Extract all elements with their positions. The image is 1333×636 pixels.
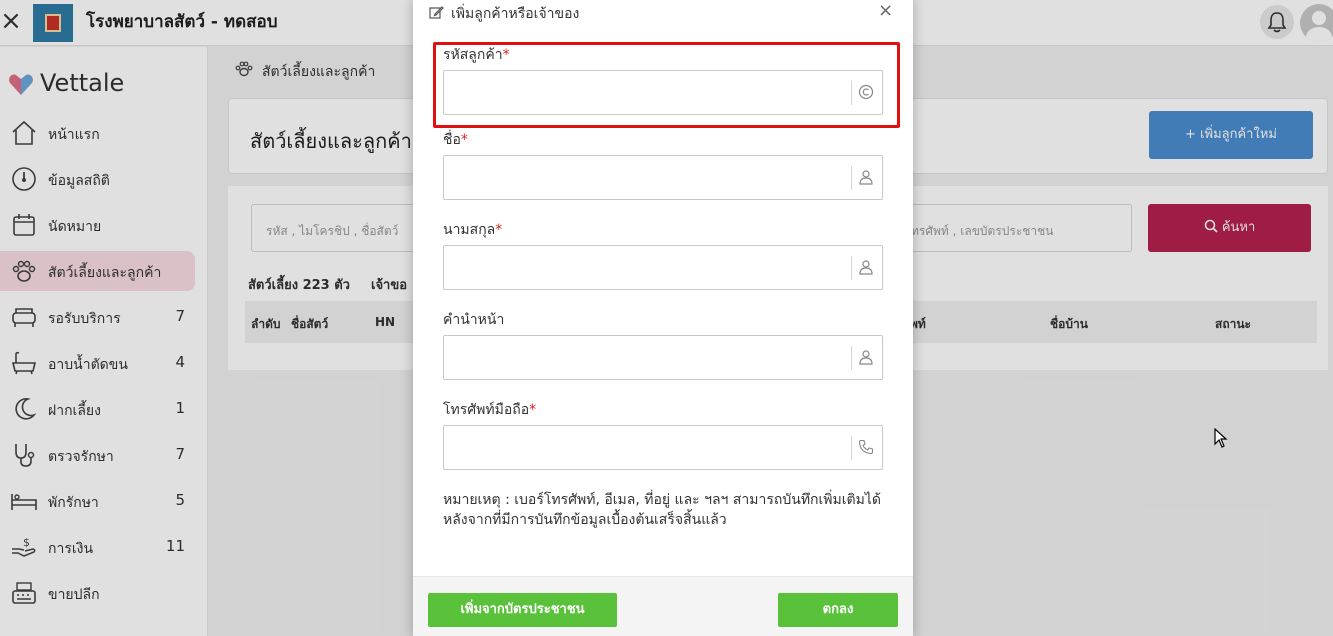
dialog-title: เพิ่มลูกค้าหรือเจ้าของ [429, 3, 580, 25]
user-icon [859, 170, 873, 185]
dialog-note: หมายเหตุ : เบอร์โทรศัพท์, อีเมล, ที่อยู่… [443, 492, 882, 528]
copyright-icon [858, 84, 874, 100]
customer-code-input[interactable] [443, 70, 883, 115]
edit-icon [429, 6, 444, 19]
dialog-footer: เพิ่มจากบัตรประชาชน ตกลง [413, 576, 913, 636]
add-customer-dialog: เพิ่มลูกค้าหรือเจ้าของ × รหัสลูกค้า* ชื่… [413, 0, 913, 636]
user-icon [859, 350, 873, 365]
close-icon[interactable]: × [878, 0, 893, 21]
last-name-label: นามสกุล* [443, 222, 503, 238]
mouse-cursor-icon [1214, 428, 1228, 448]
ok-button[interactable]: ตกลง [778, 593, 898, 627]
title-prefix-label: คำนำหน้า [443, 312, 505, 328]
add-from-id-card-button[interactable]: เพิ่มจากบัตรประชาชน [428, 593, 617, 627]
first-name-input[interactable] [443, 155, 883, 200]
phone-icon [858, 439, 874, 455]
mobile-phone-label: โทรศัพท์มือถือ* [443, 402, 537, 418]
mobile-phone-input[interactable] [443, 425, 883, 470]
customer-code-label: รหัสลูกค้า* [443, 47, 510, 63]
last-name-input[interactable] [443, 245, 883, 290]
user-icon [859, 260, 873, 275]
title-prefix-input[interactable] [443, 335, 883, 380]
first-name-label: ชื่อ* [443, 132, 468, 148]
dialog-title-text: เพิ่มลูกค้าหรือเจ้าของ [451, 6, 580, 22]
